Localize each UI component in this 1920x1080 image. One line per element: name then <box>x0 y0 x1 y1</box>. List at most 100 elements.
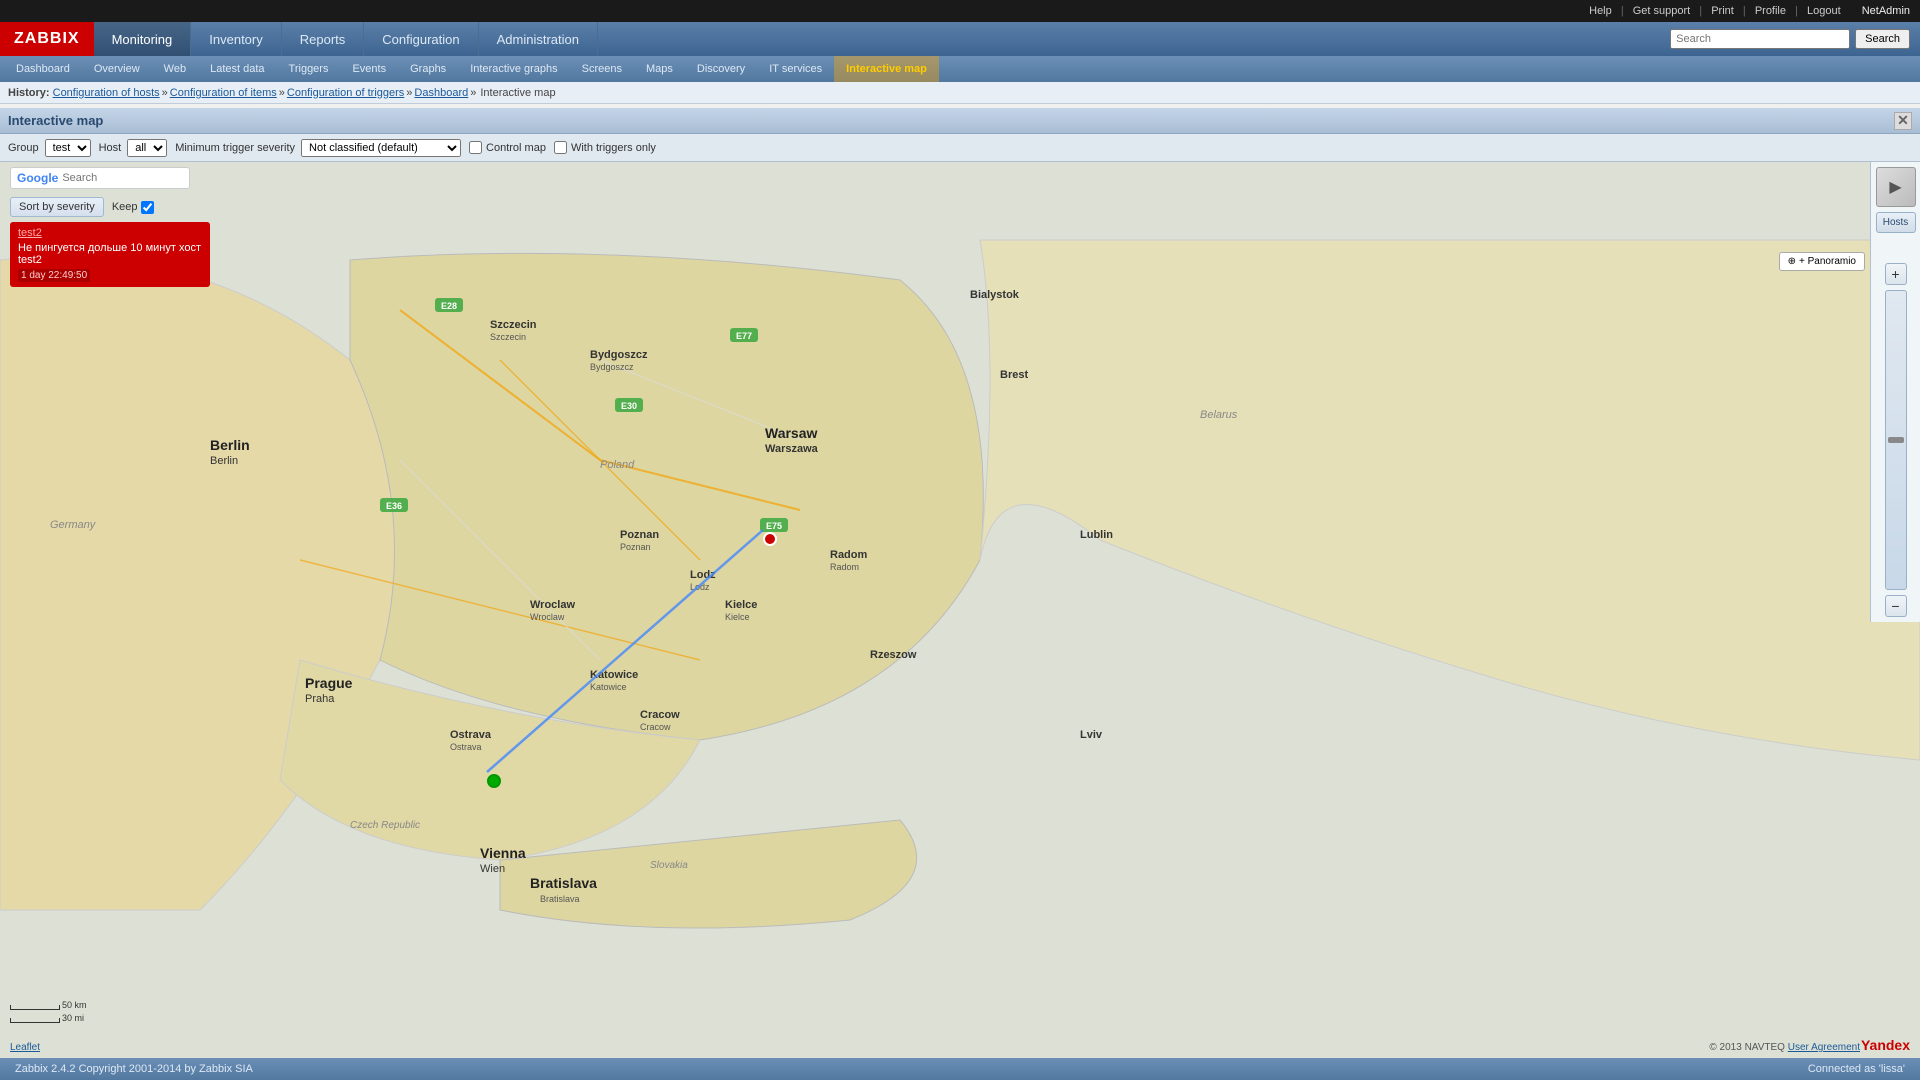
breadcrumb-hosts[interactable]: Configuration of hosts <box>53 87 160 99</box>
leaflet-link[interactable]: Leaflet <box>10 1042 40 1053</box>
subnav-dashboard[interactable]: Dashboard <box>4 56 82 82</box>
svg-text:E30: E30 <box>621 401 637 411</box>
nav-configuration[interactable]: Configuration <box>364 22 478 56</box>
alert-box[interactable]: test2 Не пингуется дольше 10 минут хост … <box>10 222 210 287</box>
sort-by-severity-button[interactable]: Sort by severity <box>10 197 104 217</box>
google-search: Google <box>10 167 190 189</box>
svg-text:Cracow: Cracow <box>640 722 671 732</box>
alert-overlay: Sort by severity Keep test2 Не пингуется… <box>10 197 210 287</box>
svg-text:Slovakia: Slovakia <box>650 860 688 871</box>
username: NetAdmin <box>1862 5 1910 17</box>
zoom-slider[interactable] <box>1885 290 1907 590</box>
subnav-screens[interactable]: Screens <box>570 56 634 82</box>
svg-text:Warsaw: Warsaw <box>765 425 818 441</box>
nav-administration[interactable]: Administration <box>479 22 598 56</box>
svg-text:E75: E75 <box>766 521 782 531</box>
svg-text:Cracow: Cracow <box>640 709 680 721</box>
logout-link[interactable]: Logout <box>1807 5 1841 17</box>
close-button[interactable]: ✕ <box>1894 112 1912 130</box>
breadcrumb-items[interactable]: Configuration of items <box>170 87 277 99</box>
sidebar-toggle[interactable]: ▶ <box>1876 167 1916 207</box>
svg-text:Radom: Radom <box>830 562 859 572</box>
svg-text:Bydgoszcz: Bydgoszcz <box>590 362 634 372</box>
alert-title[interactable]: test2 <box>18 227 202 239</box>
group-select[interactable]: test <box>45 139 91 157</box>
breadcrumb-dashboard[interactable]: Dashboard <box>414 87 468 99</box>
nav-reports[interactable]: Reports <box>282 22 365 56</box>
global-search-input[interactable] <box>1670 29 1850 49</box>
print-link[interactable]: Print <box>1711 5 1734 17</box>
copyright-text: © 2013 NAVTEQ <box>1709 1042 1785 1053</box>
with-triggers-group: With triggers only <box>554 141 656 154</box>
map-area[interactable]: E28 E30 E36 E77 E75 Szczecin Szczecin By… <box>0 162 1920 1058</box>
subnav-interactive-map[interactable]: Interactive map <box>834 56 939 82</box>
subnav-graphs[interactable]: Graphs <box>398 56 458 82</box>
subnav-it-services[interactable]: IT services <box>757 56 834 82</box>
control-map-checkbox[interactable] <box>469 141 482 154</box>
get-support-link[interactable]: Get support <box>1633 5 1690 17</box>
min-severity-select[interactable]: Not classified (default) <box>301 139 461 157</box>
status-bar: Zabbix 2.4.2 Copyright 2001-2014 by Zabb… <box>0 1058 1920 1080</box>
subnav-discovery[interactable]: Discovery <box>685 56 757 82</box>
svg-text:Czech Republic: Czech Republic <box>350 820 420 831</box>
help-link[interactable]: Help <box>1589 5 1612 17</box>
svg-text:Lviv: Lviv <box>1080 729 1103 741</box>
svg-text:Praha: Praha <box>305 693 335 705</box>
zoom-out-button[interactable]: − <box>1885 595 1907 617</box>
pin-red[interactable] <box>763 532 777 546</box>
svg-text:Vienna: Vienna <box>480 845 526 861</box>
scale-mi-label: 30 mi <box>62 1013 84 1023</box>
google-search-input[interactable] <box>62 172 182 184</box>
svg-text:Belarus: Belarus <box>1200 409 1238 421</box>
breadcrumb-triggers[interactable]: Configuration of triggers <box>287 87 404 99</box>
svg-text:Katowice: Katowice <box>590 682 627 692</box>
subnav-web[interactable]: Web <box>152 56 198 82</box>
profile-link[interactable]: Profile <box>1755 5 1786 17</box>
copyright-status: Zabbix 2.4.2 Copyright 2001-2014 by Zabb… <box>15 1063 253 1075</box>
map-copyright: © 2013 NAVTEQ User Agreement <box>1709 1042 1860 1053</box>
subnav-overview[interactable]: Overview <box>82 56 152 82</box>
svg-text:Brest: Brest <box>1000 369 1028 381</box>
host-select[interactable]: all <box>127 139 167 157</box>
svg-text:Bratislava: Bratislava <box>540 894 580 904</box>
svg-text:E36: E36 <box>386 501 402 511</box>
arrow-icon: ▶ <box>1889 177 1901 197</box>
panoramio-button[interactable]: ⊕ + Panoramio <box>1779 252 1865 271</box>
page-title: Interactive map <box>8 113 103 128</box>
zoom-in-button[interactable]: + <box>1885 263 1907 285</box>
app-logo: ZABBIX <box>0 22 94 56</box>
subnav-interactive-graphs[interactable]: Interactive graphs <box>458 56 569 82</box>
nav-inventory[interactable]: Inventory <box>191 22 281 56</box>
with-triggers-label: With triggers only <box>571 142 656 154</box>
svg-text:Kielce: Kielce <box>725 612 750 622</box>
page-header: Interactive map ✕ <box>0 108 1920 134</box>
user-agreement-link[interactable]: User Agreement <box>1788 1042 1860 1053</box>
group-selector-group: Group test <box>8 139 91 157</box>
svg-text:Szczecin: Szczecin <box>490 332 526 342</box>
top-bar: Help | Get support | Print | Profile | L… <box>0 0 1920 22</box>
nav-bar: ZABBIX Monitoring Inventory Reports Conf… <box>0 22 1920 56</box>
nav-monitoring[interactable]: Monitoring <box>94 22 192 56</box>
svg-text:Berlin: Berlin <box>210 455 238 467</box>
subnav-maps[interactable]: Maps <box>634 56 685 82</box>
subnav-latest-data[interactable]: Latest data <box>198 56 276 82</box>
sub-nav: Dashboard Overview Web Latest data Trigg… <box>0 56 1920 82</box>
subnav-triggers[interactable]: Triggers <box>277 56 341 82</box>
keep-checkbox[interactable] <box>141 201 154 214</box>
pin-green[interactable] <box>487 774 501 788</box>
keep-label: Keep <box>112 201 138 213</box>
with-triggers-checkbox[interactable] <box>554 141 567 154</box>
subnav-events[interactable]: Events <box>340 56 398 82</box>
host-label: Host <box>99 142 122 154</box>
global-search-button[interactable]: Search <box>1855 29 1910 49</box>
svg-text:Wien: Wien <box>480 863 505 875</box>
map-toolbar: Group test Host all Minimum trigger seve… <box>0 134 1920 162</box>
group-label: Group <box>8 142 39 154</box>
map-scale: 50 km 30 mi <box>10 1000 87 1023</box>
hosts-button[interactable]: Hosts <box>1876 212 1916 233</box>
top-links: Help | Get support | Print | Profile | L… <box>1586 5 1910 17</box>
scale-bar: 50 km 30 mi <box>10 1000 87 1023</box>
scale-row-km: 50 km <box>10 1000 87 1010</box>
svg-text:Bydgoszcz: Bydgoszcz <box>590 349 648 361</box>
svg-text:Lublin: Lublin <box>1080 529 1113 541</box>
